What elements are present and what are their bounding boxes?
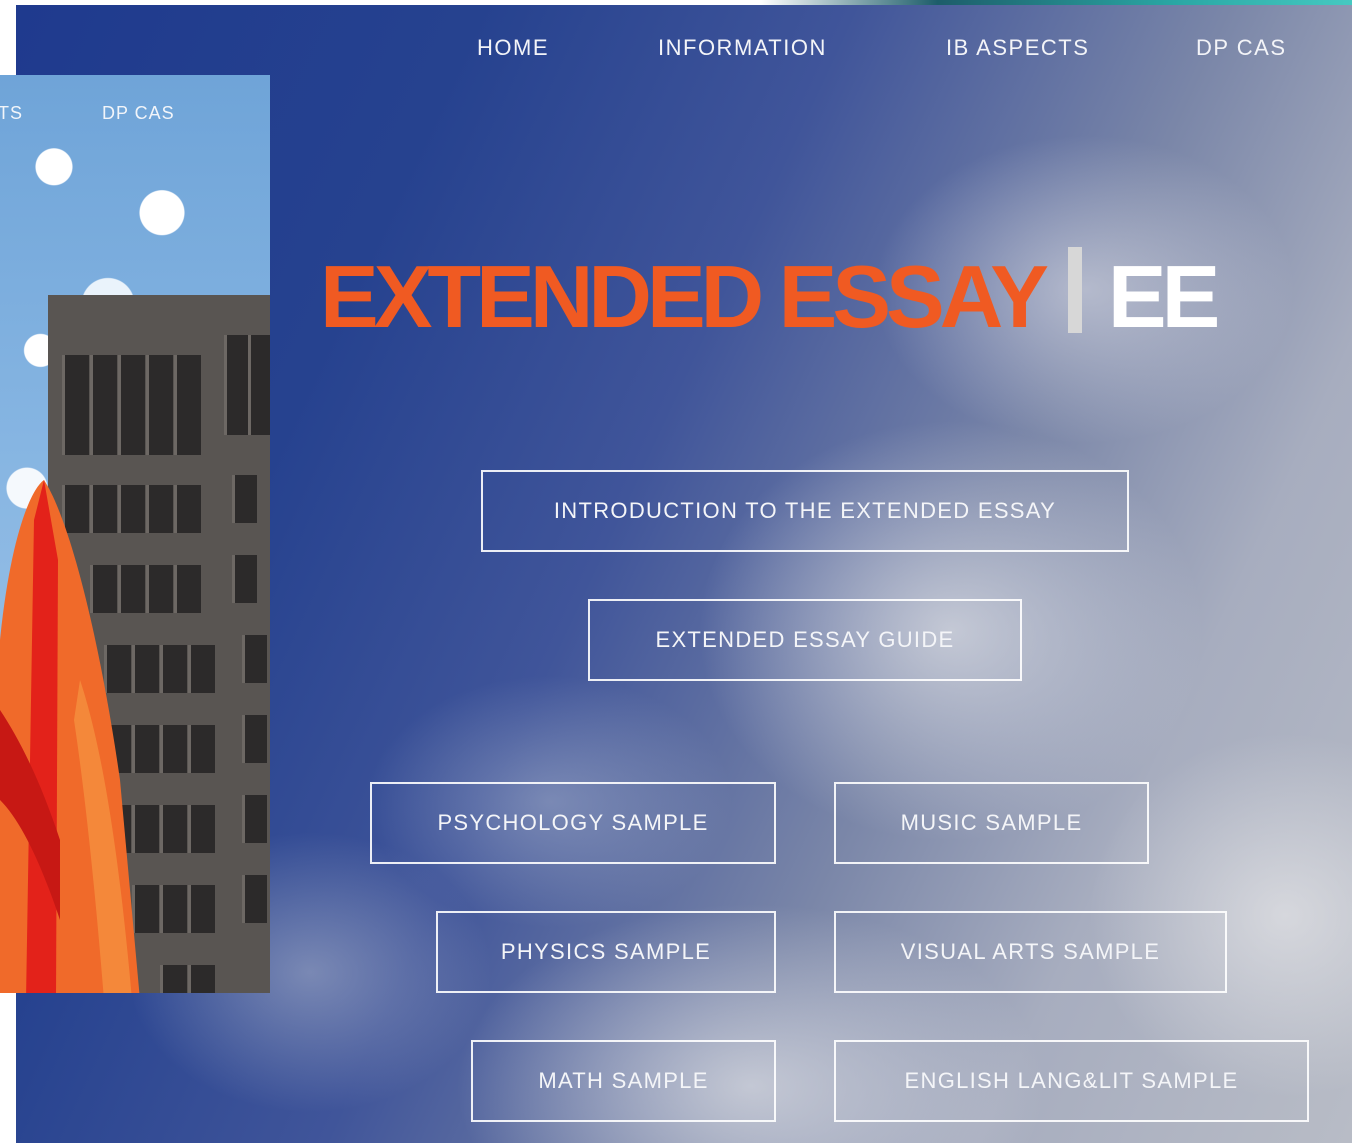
back-nav-dp-cas: DP CAS bbox=[102, 103, 175, 123]
title-abbr: EE bbox=[1107, 247, 1220, 346]
guide-button[interactable]: EXTENDED ESSAY GUIDE bbox=[588, 599, 1022, 681]
music-sample-button[interactable]: MUSIC SAMPLE bbox=[834, 782, 1149, 864]
psychology-sample-button[interactable]: PSYCHOLOGY SAMPLE bbox=[370, 782, 776, 864]
nav-dp-cas[interactable]: DP CAS bbox=[1196, 35, 1287, 61]
sculpture-image bbox=[0, 480, 140, 993]
visual-arts-sample-button[interactable]: VISUAL ARTS SAMPLE bbox=[834, 911, 1227, 993]
physics-sample-button[interactable]: PHYSICS SAMPLE bbox=[436, 911, 776, 993]
screenshot-stage: HOME INFORMATION IB ASPECTS DP CAS EXTEN… bbox=[0, 0, 1352, 1143]
back-nav-partial: TS bbox=[0, 103, 24, 123]
intro-button[interactable]: INTRODUCTION TO THE EXTENDED ESSAY bbox=[481, 470, 1129, 552]
title-separator bbox=[1067, 247, 1082, 333]
page-title: EXTENDED ESSAY EE bbox=[320, 237, 1220, 357]
math-sample-button[interactable]: MATH SAMPLE bbox=[471, 1040, 776, 1122]
nav-ib-aspects[interactable]: IB ASPECTS bbox=[946, 35, 1089, 61]
nav-information[interactable]: INFORMATION bbox=[658, 35, 827, 61]
title-main: EXTENDED ESSAY bbox=[320, 247, 1049, 346]
english-sample-button[interactable]: ENGLISH LANG&LIT SAMPLE bbox=[834, 1040, 1309, 1122]
back-page-preview: TS DP CAS bbox=[0, 75, 270, 993]
nav-home[interactable]: HOME bbox=[477, 35, 549, 61]
